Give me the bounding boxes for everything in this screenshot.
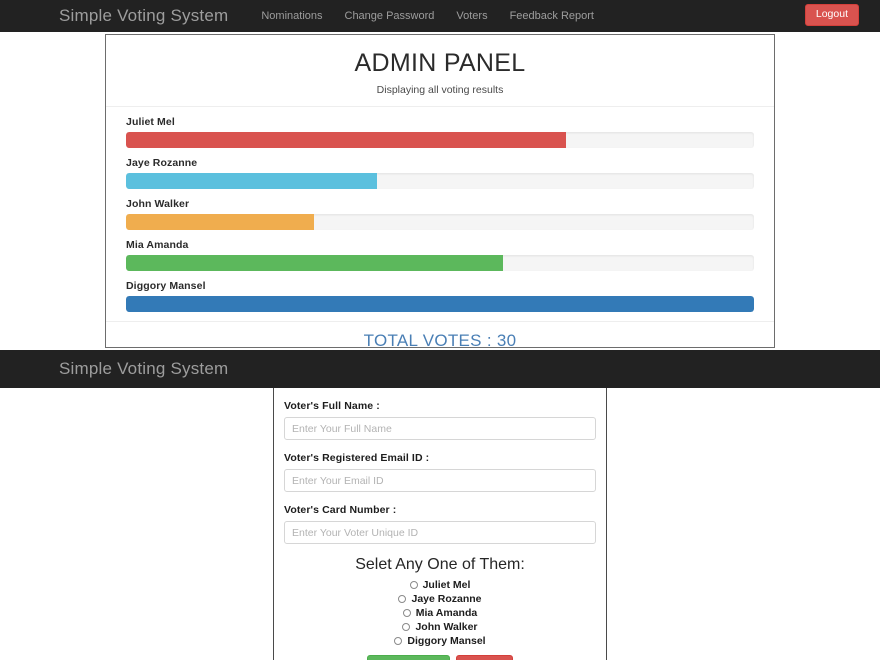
select-candidate-heading: Selet Any One of Them:	[355, 556, 525, 573]
total-votes-label: TOTAL VOTES : 30	[363, 331, 517, 350]
candidate-name: Mia Amanda	[126, 239, 189, 251]
candidate-radio-label: John Walker	[415, 621, 478, 633]
nav-link-change-password[interactable]: Change Password	[334, 10, 446, 22]
candidate-radio-label: Juliet Mel	[422, 579, 471, 591]
candidate-radio-option[interactable]: Mia Amanda	[402, 607, 478, 619]
candidate-radio-label: Diggory Mansel	[407, 635, 486, 647]
admin-results-card: ADMIN PANEL Displaying all voting result…	[105, 34, 775, 351]
candidate-radio-label: Mia Amanda	[415, 607, 478, 619]
result-row: Diggory Mansel	[126, 280, 754, 312]
vote-progress-bar	[126, 214, 315, 230]
admin-card-footer: TOTAL VOTES : 30	[106, 321, 774, 351]
form-group-card-number: Voter's Card Number :	[284, 504, 596, 544]
vote-progress-bar	[126, 173, 378, 189]
navbar-brand[interactable]: Simple Voting System	[59, 6, 228, 26]
radio-button-icon[interactable]	[402, 609, 411, 617]
candidate-name: Juliet Mel	[126, 116, 175, 128]
top-navbar: Simple Voting System Nominations Change …	[0, 0, 880, 32]
radio-button-icon[interactable]	[409, 581, 418, 589]
candidate-radio-group: Juliet Mel Jaye Rozanne Mia Amanda John Wal…	[284, 579, 596, 647]
candidate-radio-option[interactable]: Juliet Mel	[409, 579, 471, 591]
page-subtitle: Displaying all voting results	[376, 84, 504, 96]
secondary-navbar-brand[interactable]: Simple Voting System	[59, 359, 228, 379]
nav-link-nominations[interactable]: Nominations	[250, 10, 333, 22]
vote-progress-track	[126, 173, 754, 189]
card-number-input[interactable]	[284, 521, 596, 544]
email-input[interactable]	[284, 469, 596, 492]
admin-card-wrapper: ADMIN PANEL Displaying all voting result…	[0, 32, 880, 351]
radio-button-icon[interactable]	[394, 637, 403, 645]
candidate-radio-label: Jaye Rozanne	[411, 593, 482, 605]
page-title: ADMIN PANEL	[354, 49, 526, 77]
card-number-label: Voter's Card Number :	[284, 504, 397, 516]
candidate-name: Diggory Mansel	[126, 280, 206, 292]
vote-progress-track	[126, 296, 754, 312]
logout-button[interactable]: Logout	[804, 4, 859, 26]
result-row: Juliet Mel	[126, 116, 754, 148]
vote-progress-bar	[126, 255, 503, 271]
result-row: Mia Amanda	[126, 239, 754, 271]
nav-link-feedback-report[interactable]: Feedback Report	[499, 10, 605, 22]
radio-button-icon[interactable]	[398, 595, 407, 603]
nav-link-voters[interactable]: Voters	[445, 10, 498, 22]
secondary-navbar: Simple Voting System	[0, 350, 880, 388]
form-group-email: Voter's Registered Email ID :	[284, 452, 596, 492]
result-row: John Walker	[126, 198, 754, 230]
vote-progress-track	[126, 255, 754, 271]
vote-progress-bar	[126, 132, 566, 148]
navbar-links: Nominations Change Password Voters Feedb…	[250, 10, 605, 22]
result-row: Jaye Rozanne	[126, 157, 754, 189]
email-label: Voter's Registered Email ID :	[284, 452, 430, 464]
candidate-name: John Walker	[126, 198, 190, 210]
vote-progress-bar	[126, 296, 754, 312]
radio-button-icon[interactable]	[402, 623, 411, 631]
full-name-input[interactable]	[284, 417, 596, 440]
candidate-name: Jaye Rozanne	[126, 157, 198, 169]
candidate-radio-option[interactable]: Diggory Mansel	[394, 635, 486, 647]
candidate-radio-option[interactable]: John Walker	[402, 621, 478, 633]
vote-progress-track	[126, 132, 754, 148]
decline-button[interactable]: Decline	[456, 655, 514, 660]
vote-form-panel: Voter's Full Name : Voter's Registered E…	[273, 388, 607, 660]
results-list: Juliet Mel Jaye Rozanne John Walker Mia Ama…	[106, 106, 774, 312]
admin-card-header: ADMIN PANEL Displaying all voting result…	[106, 35, 774, 106]
vote-progress-track	[126, 214, 754, 230]
candidate-radio-option[interactable]: Jaye Rozanne	[398, 593, 482, 605]
full-name-label: Voter's Full Name :	[284, 400, 380, 412]
form-group-full-name: Voter's Full Name :	[284, 400, 596, 440]
submit-votes-button[interactable]: Submit Votes	[366, 655, 451, 660]
form-button-row: Submit Votes Decline	[284, 655, 596, 660]
